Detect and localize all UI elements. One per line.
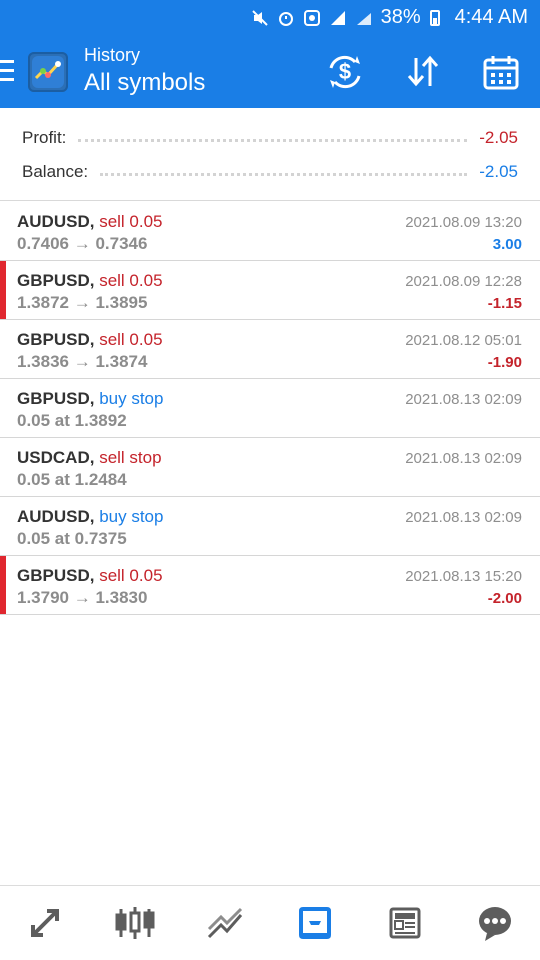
row-detail: 0.05 at 1.2484 (17, 470, 127, 489)
row-title: AUDUSD, buy stop (17, 507, 163, 527)
row-time: 2021.08.12 05:01 (405, 332, 522, 349)
row-symbol: USDCAD, (17, 448, 95, 467)
chart-icon (115, 907, 155, 939)
row-title: GBPUSD, sell 0.05 (17, 330, 163, 350)
alarm-icon (277, 9, 295, 27)
row-detail: 0.7406 → 0.7346 (17, 234, 148, 253)
battery-icon (429, 9, 447, 27)
appbar-actions: $ (306, 36, 540, 108)
row-side: buy stop (99, 507, 164, 526)
signal-4g-icon (329, 9, 347, 27)
balance-value: -2.05 (479, 162, 518, 181)
row-symbol: GBPUSD, (17, 330, 95, 349)
calendar-button[interactable] (462, 36, 540, 108)
battery-level: 38% (380, 6, 421, 28)
row-profit: -1.90 (487, 354, 522, 371)
clock-time: 4:44 AM (454, 6, 528, 28)
row-side: sell stop (99, 448, 162, 467)
bottom-nav (0, 885, 540, 960)
row-indicator (0, 261, 6, 319)
data-saver-icon (303, 9, 321, 27)
row-symbol: GBPUSD, (17, 566, 95, 585)
row-symbol: GBPUSD, (17, 389, 95, 408)
profit-label: Profit: (22, 128, 67, 147)
app-bar: History All symbols $ (0, 36, 540, 108)
row-time: 2021.08.13 15:20 (405, 568, 522, 585)
row-detail: 0.05 at 0.7375 (17, 529, 127, 548)
row-time: 2021.08.13 02:09 (405, 391, 522, 408)
row-time: 2021.08.13 02:09 (405, 450, 522, 467)
row-title: GBPUSD, sell 0.05 (17, 271, 163, 291)
row-side: sell 0.05 (99, 212, 163, 231)
row-side: buy stop (99, 389, 164, 408)
row-side: sell 0.05 (99, 330, 163, 349)
calendar-icon (483, 56, 519, 90)
row-title: GBPUSD, sell 0.05 (17, 566, 163, 586)
menu-icon[interactable] (0, 60, 16, 82)
balance-label: Balance: (22, 162, 89, 181)
profit-value: -2.05 (479, 128, 518, 147)
history-row[interactable]: GBPUSD, sell 0.05 1.3836 → 1.3874 2021.0… (0, 320, 540, 379)
history-row[interactable]: AUDUSD, buy stop 0.05 at 0.7375 2021.08.… (0, 497, 540, 556)
history-row[interactable]: GBPUSD, buy stop 0.05 at 1.3892 2021.08.… (0, 379, 540, 438)
history-row[interactable]: AUDUSD, sell 0.05 0.7406 → 0.7346 2021.0… (0, 202, 540, 261)
row-profit: -2.00 (487, 590, 522, 607)
row-title: USDCAD, sell stop (17, 448, 162, 468)
sort-button[interactable] (384, 36, 462, 108)
history-icon (299, 907, 331, 939)
row-detail: 1.3790 → 1.3830 (17, 588, 148, 607)
history-row[interactable]: GBPUSD, sell 0.05 1.3872 → 1.3895 2021.0… (0, 261, 540, 320)
row-title: AUDUSD, sell 0.05 (17, 212, 163, 232)
row-title: GBPUSD, buy stop (17, 389, 163, 409)
nav-history[interactable] (270, 886, 360, 960)
nav-chart[interactable] (90, 886, 180, 960)
nav-trade[interactable] (180, 886, 270, 960)
sort-arrows-icon (407, 55, 439, 87)
profit-dots (78, 138, 468, 142)
chat-icon (479, 907, 511, 941)
history-row[interactable]: GBPUSD, sell 0.05 1.3790 → 1.3830 2021.0… (0, 556, 540, 615)
mute-icon (251, 9, 269, 27)
news-icon (389, 907, 421, 939)
row-profit: 3.00 (492, 236, 522, 253)
summary-panel: Profit: -2.05 Balance: -2.05 (0, 108, 540, 201)
balance-row: Balance: -2.05 (22, 156, 518, 188)
quotes-icon (31, 909, 59, 937)
screen-subtitle: History (84, 45, 141, 65)
profit-row: Profit: -2.05 (22, 122, 518, 154)
row-detail: 1.3872 → 1.3895 (17, 293, 148, 312)
row-profit: -1.15 (487, 295, 522, 312)
row-indicator (0, 556, 6, 614)
balance-dots (100, 172, 468, 176)
history-list: AUDUSD, sell 0.05 0.7406 → 0.7346 2021.0… (0, 202, 540, 615)
nav-chat[interactable] (450, 886, 540, 960)
row-time: 2021.08.09 13:20 (405, 214, 522, 231)
history-row[interactable]: USDCAD, sell stop 0.05 at 1.2484 2021.08… (0, 438, 540, 497)
row-side: sell 0.05 (99, 271, 163, 290)
row-symbol: AUDUSD, (17, 212, 95, 231)
title-wrap: History All symbols (84, 44, 205, 98)
currency-exchange-icon: $ (329, 55, 361, 89)
trade-icon (207, 907, 243, 939)
row-detail: 0.05 at 1.3892 (17, 411, 127, 430)
row-time: 2021.08.13 02:09 (405, 509, 522, 526)
status-bar: 38% 4:44 AM (0, 0, 540, 36)
currency-exchange-button[interactable]: $ (306, 36, 384, 108)
row-symbol: AUDUSD, (17, 507, 95, 526)
row-side: sell 0.05 (99, 566, 163, 585)
nav-news[interactable] (360, 886, 450, 960)
screen-title: All symbols (84, 69, 206, 96)
row-detail: 1.3836 → 1.3874 (17, 352, 148, 371)
row-symbol: GBPUSD, (17, 271, 95, 290)
app-logo (28, 52, 68, 92)
row-time: 2021.08.09 12:28 (405, 273, 522, 290)
nav-quotes[interactable] (0, 886, 90, 960)
signal-icon (355, 9, 373, 27)
svg-text:$: $ (339, 59, 351, 84)
